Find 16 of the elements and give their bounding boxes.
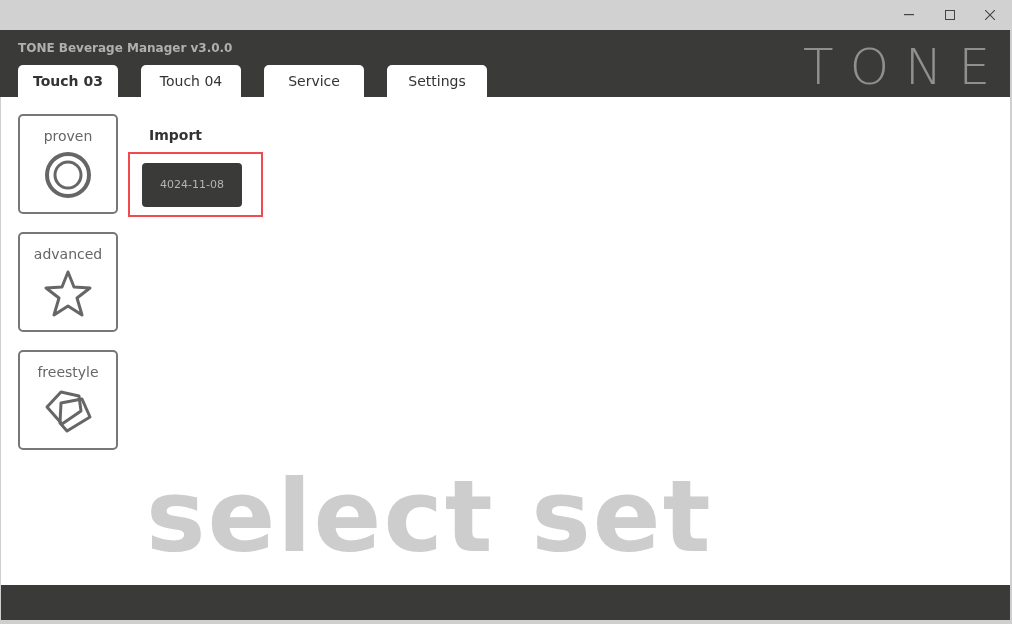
- set-button[interactable]: 4024-11-08: [142, 163, 242, 207]
- minimize-icon[interactable]: [904, 14, 914, 16]
- tab[interactable]: Touch 04: [141, 65, 241, 97]
- mode-card[interactable]: proven: [18, 114, 118, 214]
- tab[interactable]: Service: [264, 65, 364, 97]
- tab[interactable]: Touch 03: [18, 65, 118, 97]
- app-title: TONE Beverage Manager v3.0.0: [18, 40, 234, 57]
- mode-card[interactable]: advanced: [18, 232, 118, 332]
- star-icon: [42, 269, 94, 319]
- concentric-circles-icon: [44, 151, 92, 199]
- close-icon[interactable]: [985, 10, 995, 20]
- tab[interactable]: Settings: [387, 65, 487, 97]
- import-heading: Import: [149, 126, 204, 145]
- mode-card[interactable]: freestyle: [18, 350, 118, 450]
- maximize-icon[interactable]: [945, 10, 955, 20]
- brand-logo: TONE: [803, 42, 1006, 97]
